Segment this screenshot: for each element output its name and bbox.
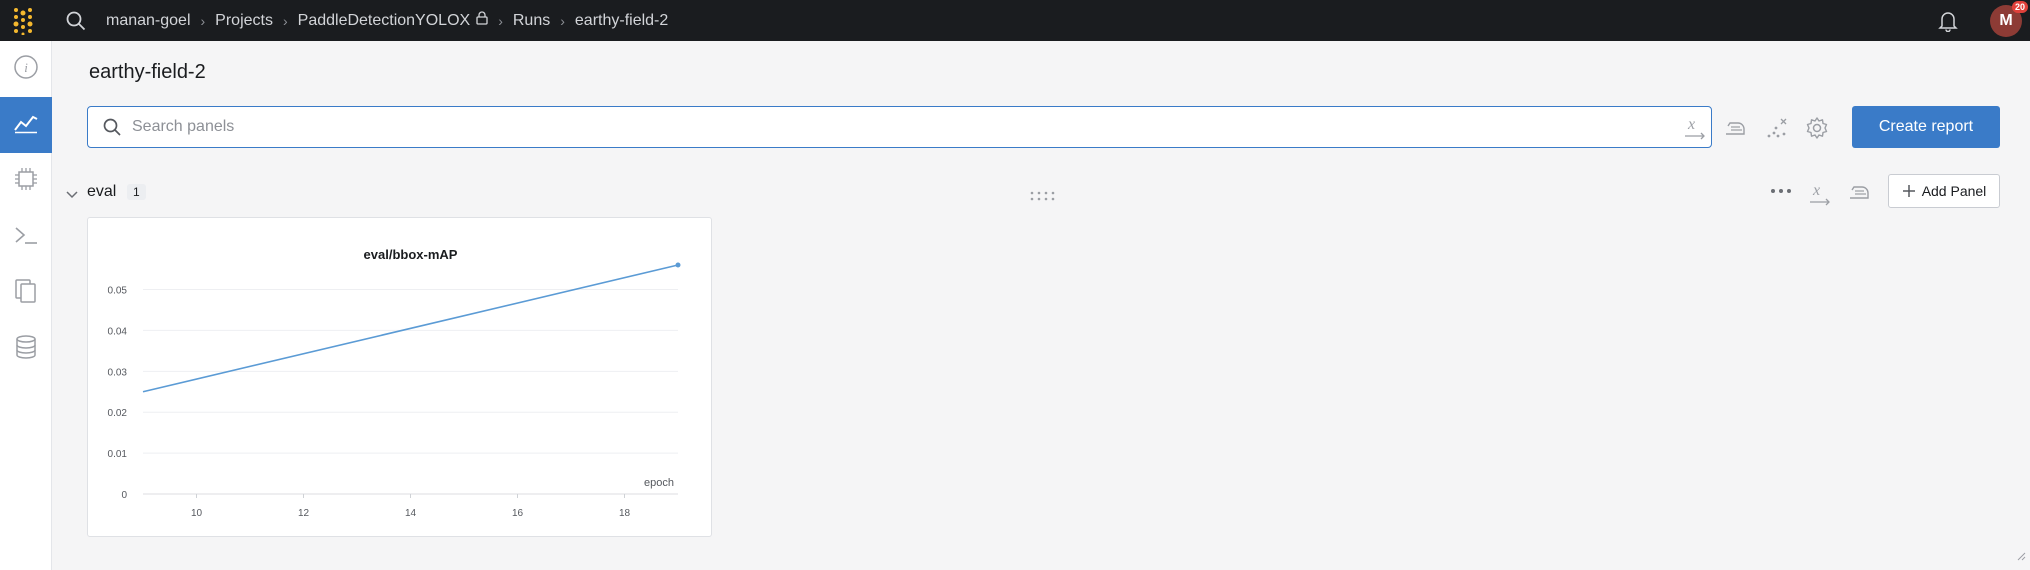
chart-panel[interactable]: eval/bbox-mAP 0 0.01 0.02 0.03 0.04 0.05 10 12 14… (87, 217, 712, 537)
smoothing-iron-icon[interactable] (1847, 182, 1871, 207)
smoothing-iron-icon[interactable] (1720, 113, 1750, 143)
files-icon (14, 278, 38, 309)
breadcrumb-separator-icon: › (560, 12, 565, 29)
x-tick-label: 12 (298, 508, 310, 519)
y-tick-label: 0 (121, 490, 127, 501)
notification-badge: 20 (2011, 0, 2028, 13)
search-icon[interactable] (62, 7, 90, 35)
gear-icon[interactable] (1802, 113, 1832, 143)
top-bar: manan-goel › Projects › PaddleDetectionY… (0, 0, 2030, 41)
breadcrumb-separator-icon: › (200, 12, 206, 29)
plus-icon (1902, 185, 1915, 197)
breadcrumb-runs[interactable]: Runs (513, 12, 550, 30)
svg-text:x: x (1687, 116, 1695, 133)
terminal-icon (13, 224, 39, 251)
nav-files[interactable] (0, 265, 52, 321)
breadcrumb-separator-icon: › (498, 12, 503, 29)
chart-title: eval/bbox-mAP (364, 247, 458, 262)
x-tick-label: 10 (191, 508, 203, 519)
bell-icon[interactable] (1934, 7, 1962, 35)
drag-handle-icon[interactable] (1030, 188, 1058, 206)
breadcrumb-user[interactable]: manan-goel (106, 12, 191, 30)
database-icon (14, 334, 38, 365)
search-icon (92, 118, 132, 136)
y-tick-label: 0.04 (108, 326, 128, 337)
page-title: earthy-field-2 (89, 61, 206, 83)
svg-text:x: x (1812, 182, 1820, 199)
cpu-icon (13, 166, 39, 197)
add-panel-button[interactable]: Add Panel (1888, 174, 2000, 208)
y-tick-label: 0.02 (108, 408, 128, 419)
outliers-icon[interactable] (1762, 113, 1792, 143)
breadcrumb-run[interactable]: earthy-field-2 (575, 12, 668, 30)
series-endpoint (675, 262, 681, 268)
chevron-down-icon[interactable] (66, 186, 78, 204)
breadcrumb-project[interactable]: PaddleDetectionYOLOX (298, 12, 471, 30)
more-options-icon[interactable] (1770, 184, 1792, 203)
breadcrumb-projects[interactable]: Projects (215, 12, 273, 30)
x-axis-icon[interactable]: x (1680, 113, 1710, 143)
avatar[interactable]: M 20 (1990, 0, 2028, 37)
y-tick-label: 0.05 (108, 286, 128, 297)
y-tick-label: 0.01 (108, 449, 128, 460)
info-icon: i (13, 54, 39, 85)
nav-logs[interactable] (0, 209, 52, 265)
search-input[interactable] (132, 118, 1632, 136)
add-panel-label: Add Panel (1921, 183, 1987, 199)
breadcrumb-separator-icon: › (282, 12, 288, 29)
resize-handle-icon[interactable] (2016, 548, 2026, 566)
x-tick-label: 16 (512, 508, 524, 519)
nav-charts[interactable] (0, 97, 52, 153)
x-axis-label: epoch (644, 477, 674, 489)
x-axis-icon[interactable]: x (1807, 182, 1833, 211)
nav-system[interactable] (0, 153, 52, 209)
breadcrumb: manan-goel › Projects › PaddleDetectionY… (106, 11, 668, 30)
charts-icon (13, 112, 39, 139)
avatar-initial: M (1999, 11, 2013, 29)
wandb-logo[interactable] (0, 0, 46, 41)
x-tick-label: 18 (619, 508, 631, 519)
svg-text:i: i (24, 60, 28, 75)
section-title: eval (87, 183, 117, 200)
line-chart: eval/bbox-mAP 0 0.01 0.02 0.03 0.04 0.05 10 12 14… (108, 247, 681, 519)
nav-overview[interactable]: i (0, 41, 52, 97)
x-tick-label: 14 (405, 508, 417, 519)
panel-section-header[interactable]: eval 1 x Add Panel (52, 174, 2030, 211)
y-tick-label: 0.03 (108, 367, 128, 378)
lock-icon (476, 11, 488, 30)
top-right-controls: M 20 (1934, 0, 2030, 41)
section-count-badge: 1 (127, 184, 146, 200)
left-nav: i (0, 41, 52, 570)
series-line (142, 264, 679, 393)
workspace: earthy-field-2 x Create report eval 1 x (52, 41, 2030, 570)
create-report-button[interactable]: Create report (1852, 106, 2000, 148)
search-panels-box[interactable] (87, 106, 1712, 148)
nav-artifacts[interactable] (0, 321, 52, 377)
